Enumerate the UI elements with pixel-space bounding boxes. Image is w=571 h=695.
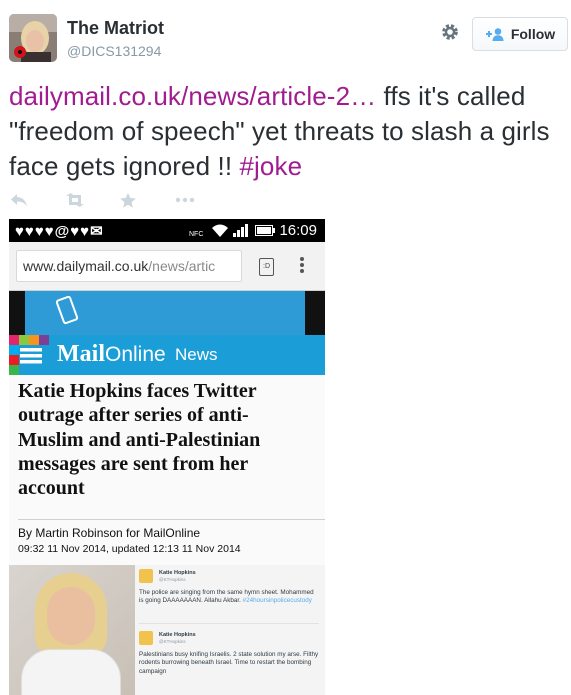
mailonline-logo: MailOnline — [57, 341, 166, 367]
wifi-icon — [212, 224, 228, 237]
reply-icon[interactable] — [10, 190, 65, 210]
article-headline: Katie Hopkins faces Twitter outrage afte… — [18, 380, 261, 500]
embedded-text: The police are singing from the same hym… — [139, 589, 314, 605]
gear-icon[interactable] — [439, 22, 461, 44]
user-avatar[interactable] — [9, 14, 57, 62]
follow-button[interactable]: Follow — [472, 17, 568, 51]
article-byline: By Martin Robinson for MailOnline — [18, 526, 201, 540]
battery-icon — [255, 225, 275, 236]
browser-toolbar: www.dailymail.co.uk/news/artic :D — [9, 242, 325, 291]
embedded-avatar — [139, 569, 153, 583]
url-host: www.dailymail.co.uk — [23, 258, 149, 274]
embedded-avatar — [139, 631, 153, 645]
embedded-handle: @KTHopkins — [159, 639, 186, 644]
article-dateline: 09:32 11 Nov 2014, updated 12:13 11 Nov … — [18, 543, 241, 555]
app-banner — [9, 291, 325, 335]
follow-label: Follow — [510, 26, 556, 42]
tweet-text: dailymail.co.uk/news/article-2… ffs it's… — [9, 79, 564, 184]
hamburger-menu-icon — [9, 335, 49, 375]
tweet-link[interactable]: dailymail.co.uk/news/article-2… — [9, 81, 376, 111]
screen-name[interactable]: @DICS131294 — [67, 43, 161, 59]
portrait-photo — [9, 565, 135, 695]
tab-switcher-icon[interactable]: :D — [259, 258, 274, 276]
nfc-icon: NFC — [189, 231, 204, 238]
status-icons: ♥♥♥♥@♥♥✉ — [15, 223, 104, 240]
embedded-divider — [139, 623, 319, 624]
more-icon[interactable] — [175, 190, 230, 210]
embedded-handle: @KTHopkins — [159, 577, 186, 582]
menu-icon[interactable] — [299, 256, 305, 274]
mailonline-header: MailOnline News — [9, 335, 325, 375]
hashtag-link[interactable]: #joke — [239, 151, 302, 181]
favorite-icon[interactable] — [120, 190, 175, 210]
status-time: 16:09 — [279, 222, 317, 239]
divider — [18, 519, 325, 520]
attached-image[interactable]: ♥♥♥♥@♥♥✉ NFC 16:09 www.dailymail.co.uk/n… — [9, 219, 325, 695]
article-image: Katie Hopkins @KTHopkins The police are … — [9, 565, 325, 695]
url-path: /news/artic — [148, 258, 216, 274]
add-user-icon — [485, 28, 504, 41]
section-label: News — [175, 345, 218, 364]
phone-status-bar: ♥♥♥♥@♥♥✉ NFC 16:09 — [9, 219, 325, 242]
signal-icon — [233, 224, 248, 237]
display-name[interactable]: The Matriot — [67, 18, 164, 39]
embedded-text: Palestinians busy knifing Israelis. 2 st… — [139, 651, 319, 675]
retweet-icon[interactable] — [65, 190, 120, 210]
address-bar[interactable]: www.dailymail.co.uk/news/artic — [16, 250, 242, 282]
tweet-actions — [10, 190, 230, 210]
